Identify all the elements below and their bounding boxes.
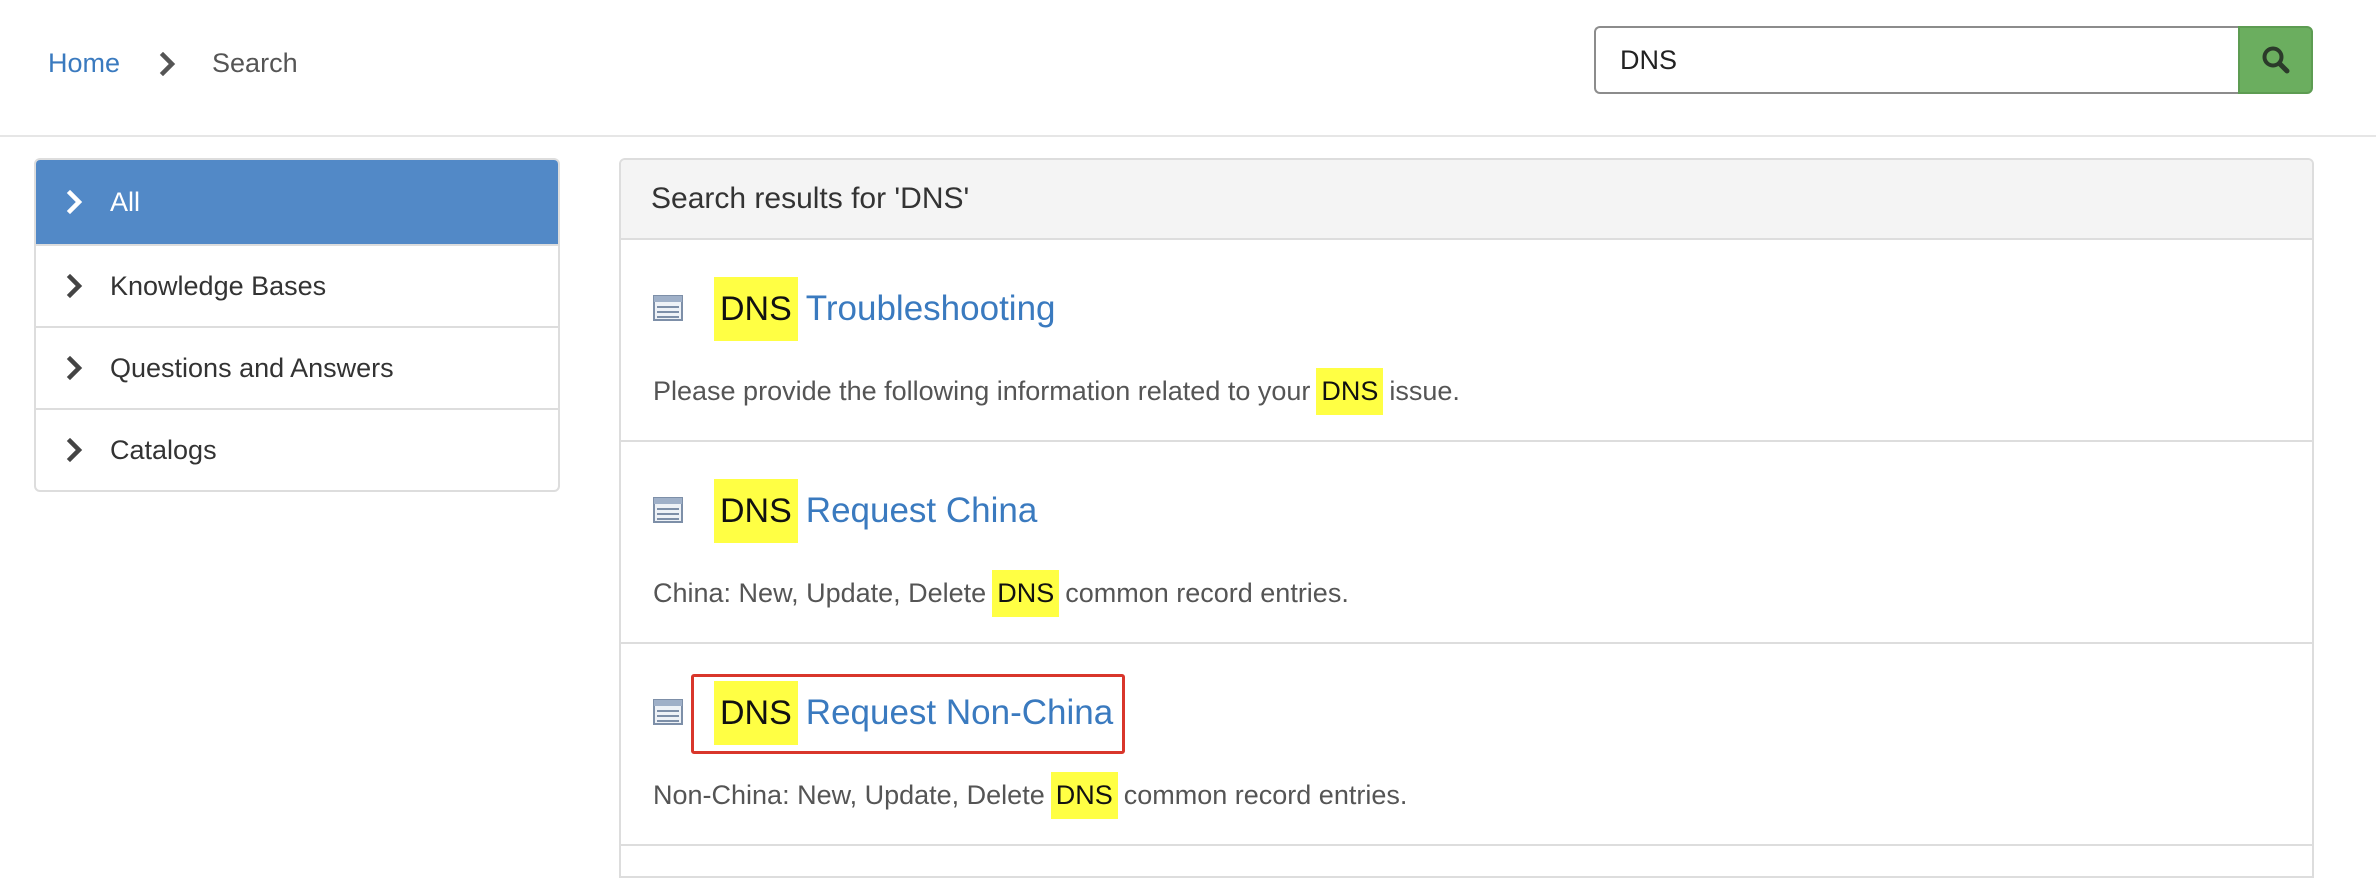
search-icon (2262, 46, 2289, 74)
result-item: DNS Request China China: New, Update, De… (621, 442, 2312, 644)
breadcrumb: Home Search (48, 48, 298, 79)
search-term-highlight: DNS (714, 681, 798, 745)
sidebar-item-label: Catalogs (110, 434, 217, 465)
result-title-link[interactable]: DNS Request Non-China (714, 681, 1113, 745)
result-item: DNS Request Non-China Non-China: New, Up… (621, 644, 2312, 846)
breadcrumb-home-link[interactable]: Home (48, 48, 120, 79)
catalog-item-icon (653, 497, 683, 523)
sidebar-item-questions-and-answers[interactable]: Questions and Answers (36, 326, 558, 408)
result-title-link[interactable]: DNS Request China (714, 479, 1037, 543)
search-term-highlight: DNS (992, 570, 1060, 617)
chevron-right-icon (159, 51, 176, 76)
result-title-link[interactable]: DNS Troubleshooting (714, 277, 1056, 341)
sidebar-item-label: All (110, 186, 141, 217)
chevron-right-icon (66, 273, 83, 299)
description-text: issue. (1389, 376, 1460, 406)
result-title: Request Non-China (805, 693, 1114, 732)
result-description: China: New, Update, Delete DNS common re… (653, 570, 1349, 617)
search-button[interactable] (2238, 26, 2313, 94)
description-text: Non-China: New, Update, Delete (653, 780, 1045, 810)
search-term-highlight: DNS (1050, 772, 1118, 819)
results-heading: Search results for 'DNS' (621, 160, 2312, 240)
search-term-highlight: DNS (1316, 368, 1384, 415)
search-results-panel: Search results for 'DNS' DNS Troubleshoo… (619, 158, 2314, 878)
description-text: China: New, Update, Delete (653, 578, 987, 608)
result-description: Non-China: New, Update, Delete DNS commo… (653, 772, 1407, 819)
page-header: Home Search (0, 0, 2376, 137)
search-input[interactable] (1594, 26, 2238, 94)
sidebar-item-all[interactable]: All (36, 160, 558, 244)
breadcrumb-current: Search (212, 48, 298, 78)
description-text: common record entries. (1065, 578, 1349, 608)
sidebar-item-label: Knowledge Bases (110, 270, 327, 301)
result-title: Troubleshooting (805, 289, 1056, 328)
result-title: Request China (805, 491, 1038, 530)
result-item: DNS Troubleshooting Please provide the f… (621, 240, 2312, 442)
description-text: Please provide the following information… (653, 376, 1311, 406)
filter-sidebar: All Knowledge Bases Questions and Answer… (34, 158, 560, 492)
catalog-item-icon (653, 699, 683, 725)
chevron-right-icon (66, 355, 83, 381)
result-description: Please provide the following information… (653, 368, 1460, 415)
sidebar-item-knowledge-bases[interactable]: Knowledge Bases (36, 244, 558, 326)
sidebar-item-catalogs[interactable]: Catalogs (36, 408, 558, 490)
search-bar (1594, 26, 2313, 94)
description-text: common record entries. (1123, 780, 1408, 810)
catalog-item-icon (653, 295, 683, 321)
search-term-highlight: DNS (714, 277, 798, 341)
sidebar-item-label: Questions and Answers (110, 352, 394, 383)
search-term-highlight: DNS (714, 479, 798, 543)
chevron-right-icon (66, 189, 83, 215)
chevron-right-icon (66, 437, 83, 463)
